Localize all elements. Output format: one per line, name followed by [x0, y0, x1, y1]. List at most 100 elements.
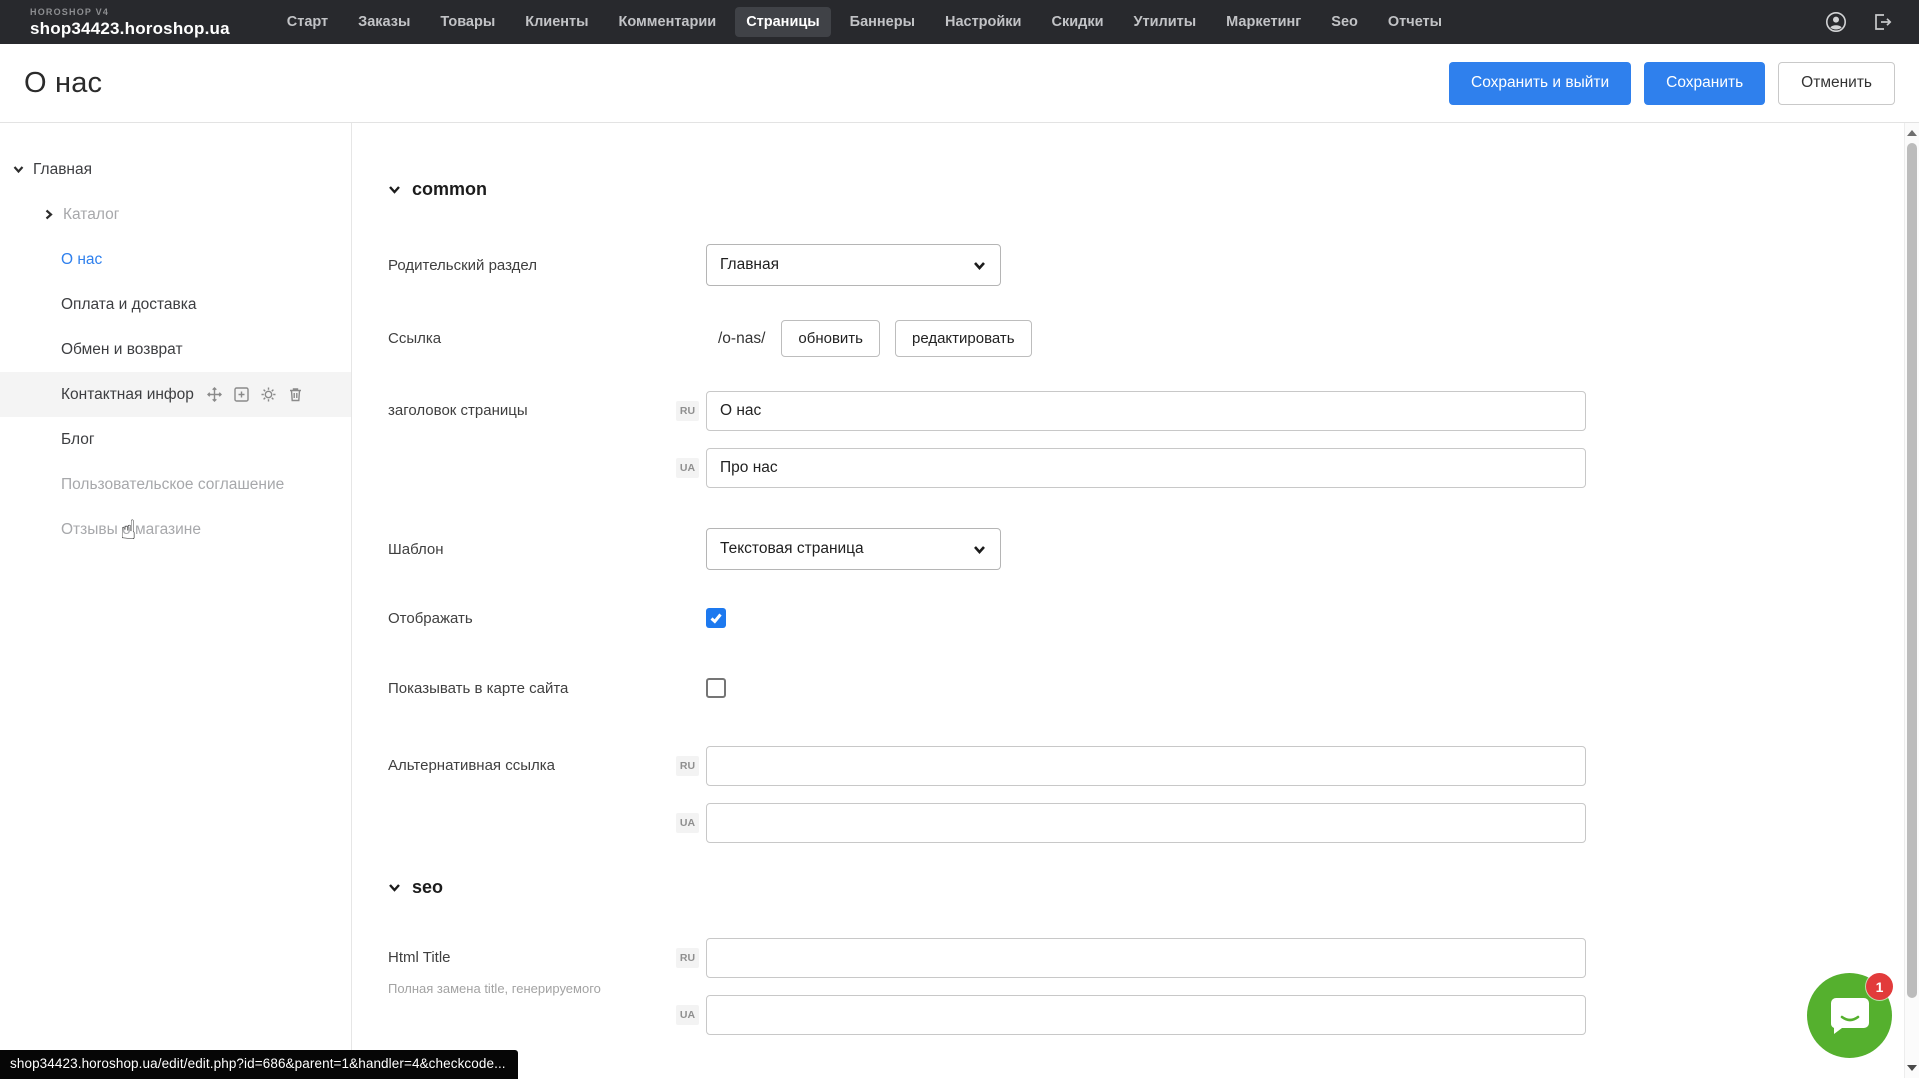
tree-item-actions: [206, 386, 304, 403]
nav-item[interactable]: Заказы: [347, 7, 421, 37]
chevron-right-icon[interactable]: [42, 208, 55, 221]
logo-domain-label: shop34423.horoshop.ua: [30, 20, 230, 37]
scroll-up-arrow[interactable]: [1905, 125, 1919, 141]
link-path-value: /o-nas/: [718, 330, 765, 348]
html-title-hint: Полная замена title, генерируемого: [388, 980, 676, 998]
nav-item[interactable]: Клиенты: [514, 7, 599, 37]
page-title-ru-input[interactable]: [706, 391, 1586, 431]
section-header-common[interactable]: common: [388, 179, 1879, 200]
tree-item[interactable]: Контактная инфор: [0, 372, 351, 417]
move-icon[interactable]: [206, 386, 223, 403]
nav-item[interactable]: Seo: [1320, 7, 1369, 37]
html-title-label: Html Title: [388, 949, 451, 966]
tree-item-label: Главная: [33, 161, 92, 179]
tree-item[interactable]: Главная: [0, 147, 351, 192]
scrollbar-thumb[interactable]: [1907, 143, 1917, 998]
link-preview-statusbar: shop34423.horoshop.ua/edit/edit.php?id=6…: [0, 1050, 518, 1079]
topnav-right-icons: [1825, 11, 1893, 33]
section-header-seo[interactable]: seo: [388, 877, 1879, 898]
tree-item-label: О нас: [61, 251, 102, 269]
shop-logo[interactable]: HOROSHOP V4 shop34423.horoshop.ua: [30, 8, 230, 37]
nav-item[interactable]: Комментарии: [608, 7, 728, 37]
logo-version-label: HOROSHOP V4: [30, 8, 230, 17]
template-label: Шаблон: [388, 541, 676, 558]
lang-tag-ua: UA: [676, 1005, 699, 1025]
display-label: Отображать: [388, 610, 676, 627]
alt-link-label: Альтернативная ссылка: [388, 746, 676, 786]
page-title: О нас: [24, 67, 102, 100]
topnav-items: Старт Заказы Товары Клиенты КомментарииСтран…: [276, 7, 1453, 37]
vertical-scrollbar[interactable]: [1904, 123, 1919, 1078]
sitemap-checkbox[interactable]: [706, 678, 726, 698]
sitemap-label: Показывать в карте сайта: [388, 680, 676, 697]
tree-item-label: Блог: [61, 431, 95, 449]
field-row-parent-section: Родительский раздел Главная: [388, 244, 1879, 286]
account-icon[interactable]: [1825, 11, 1847, 33]
lang-tag-ru: RU: [676, 401, 699, 421]
html-title-ua-input[interactable]: [706, 995, 1586, 1035]
nav-item[interactable]: Отчеты: [1377, 7, 1453, 37]
add-page-icon[interactable]: [233, 386, 250, 403]
tree-item-label: Пользовательское соглашение: [61, 476, 284, 494]
tree-item-label: Оплата и доставка: [61, 296, 197, 314]
work-area: Главная Каталог О нас Оплата и доставка Обме…: [0, 123, 1919, 1078]
nav-item[interactable]: Маркетинг: [1215, 7, 1312, 37]
link-edit-button[interactable]: редактировать: [895, 320, 1032, 357]
alt-link-ru-input[interactable]: [706, 746, 1586, 786]
field-row-sitemap: Показывать в карте сайта: [388, 678, 1879, 698]
section-common-label: common: [412, 179, 487, 200]
link-label: Ссылка: [388, 330, 676, 347]
tree-item-label: Обмен и возврат: [61, 341, 183, 359]
chevron-down-icon[interactable]: [12, 163, 25, 176]
save-button[interactable]: Сохранить: [1644, 62, 1765, 105]
nav-item[interactable]: Скидки: [1040, 7, 1114, 37]
header-actions: Сохранить и выйти Сохранить Отменить: [1449, 62, 1895, 105]
html-title-ru-input[interactable]: [706, 938, 1586, 978]
cancel-button[interactable]: Отменить: [1778, 62, 1895, 105]
field-row-alt-link: Альтернативная ссылка RU UA: [388, 746, 1879, 843]
nav-item[interactable]: Настройки: [934, 7, 1033, 37]
tree-item[interactable]: Пользовательское соглашение: [0, 462, 351, 507]
chat-widget-button[interactable]: 1: [1807, 973, 1892, 1058]
tree-item[interactable]: Каталог: [0, 192, 351, 237]
alt-link-ua-input[interactable]: [706, 803, 1586, 843]
nav-item[interactable]: Страницы: [735, 7, 830, 37]
parent-section-value: Главная: [720, 256, 779, 274]
nav-item[interactable]: Утилиты: [1123, 7, 1208, 37]
template-value: Текстовая страница: [720, 540, 864, 558]
parent-section-label: Родительский раздел: [388, 257, 676, 274]
parent-section-select[interactable]: Главная: [706, 244, 1001, 286]
trash-icon[interactable]: [287, 386, 304, 403]
gear-icon[interactable]: [260, 386, 277, 403]
scroll-down-arrow[interactable]: [1905, 1060, 1919, 1076]
nav-item[interactable]: Баннеры: [839, 7, 926, 37]
field-row-html-title: Html Title Полная замена title, генериру…: [388, 938, 1879, 1035]
template-select[interactable]: Текстовая страница: [706, 528, 1001, 570]
logout-icon[interactable]: [1871, 11, 1893, 33]
tree-item[interactable]: Блог: [0, 417, 351, 462]
nav-item[interactable]: Товары: [429, 7, 506, 37]
page-edit-form: common Родительский раздел Главная Ссылк…: [352, 123, 1919, 1078]
tree-item[interactable]: Обмен и возврат: [0, 327, 351, 372]
tree-item[interactable]: Отзывы о магазине: [0, 507, 351, 552]
field-row-link: Ссылка /o-nas/ обновить редактировать: [388, 320, 1879, 357]
link-update-button[interactable]: обновить: [781, 320, 880, 357]
page-title-field-label: заголовок страницы: [388, 391, 676, 431]
save-and-exit-button[interactable]: Сохранить и выйти: [1449, 62, 1631, 105]
field-row-display: Отображать: [388, 608, 1879, 628]
tree-item[interactable]: О нас: [0, 237, 351, 282]
lang-tag-ru: RU: [676, 948, 699, 968]
lang-tag-ru: RU: [676, 756, 699, 776]
tree-item-label: Отзывы о магазине: [61, 521, 201, 539]
tree-item-label: Каталог: [63, 206, 119, 224]
chat-notification-badge: 1: [1866, 973, 1893, 1000]
nav-item[interactable]: Старт: [276, 7, 339, 37]
lang-tag-ua: UA: [676, 458, 699, 478]
page-header: О нас Сохранить и выйти Сохранить Отмени…: [0, 44, 1919, 123]
page-title-ua-input[interactable]: [706, 448, 1586, 488]
top-navigation-bar: HOROSHOP V4 shop34423.horoshop.ua Старт З…: [0, 0, 1919, 44]
chat-bubble-icon: [1828, 995, 1872, 1037]
tree-item[interactable]: Оплата и доставка: [0, 282, 351, 327]
display-checkbox[interactable]: [706, 608, 726, 628]
lang-tag-ua: UA: [676, 813, 699, 833]
